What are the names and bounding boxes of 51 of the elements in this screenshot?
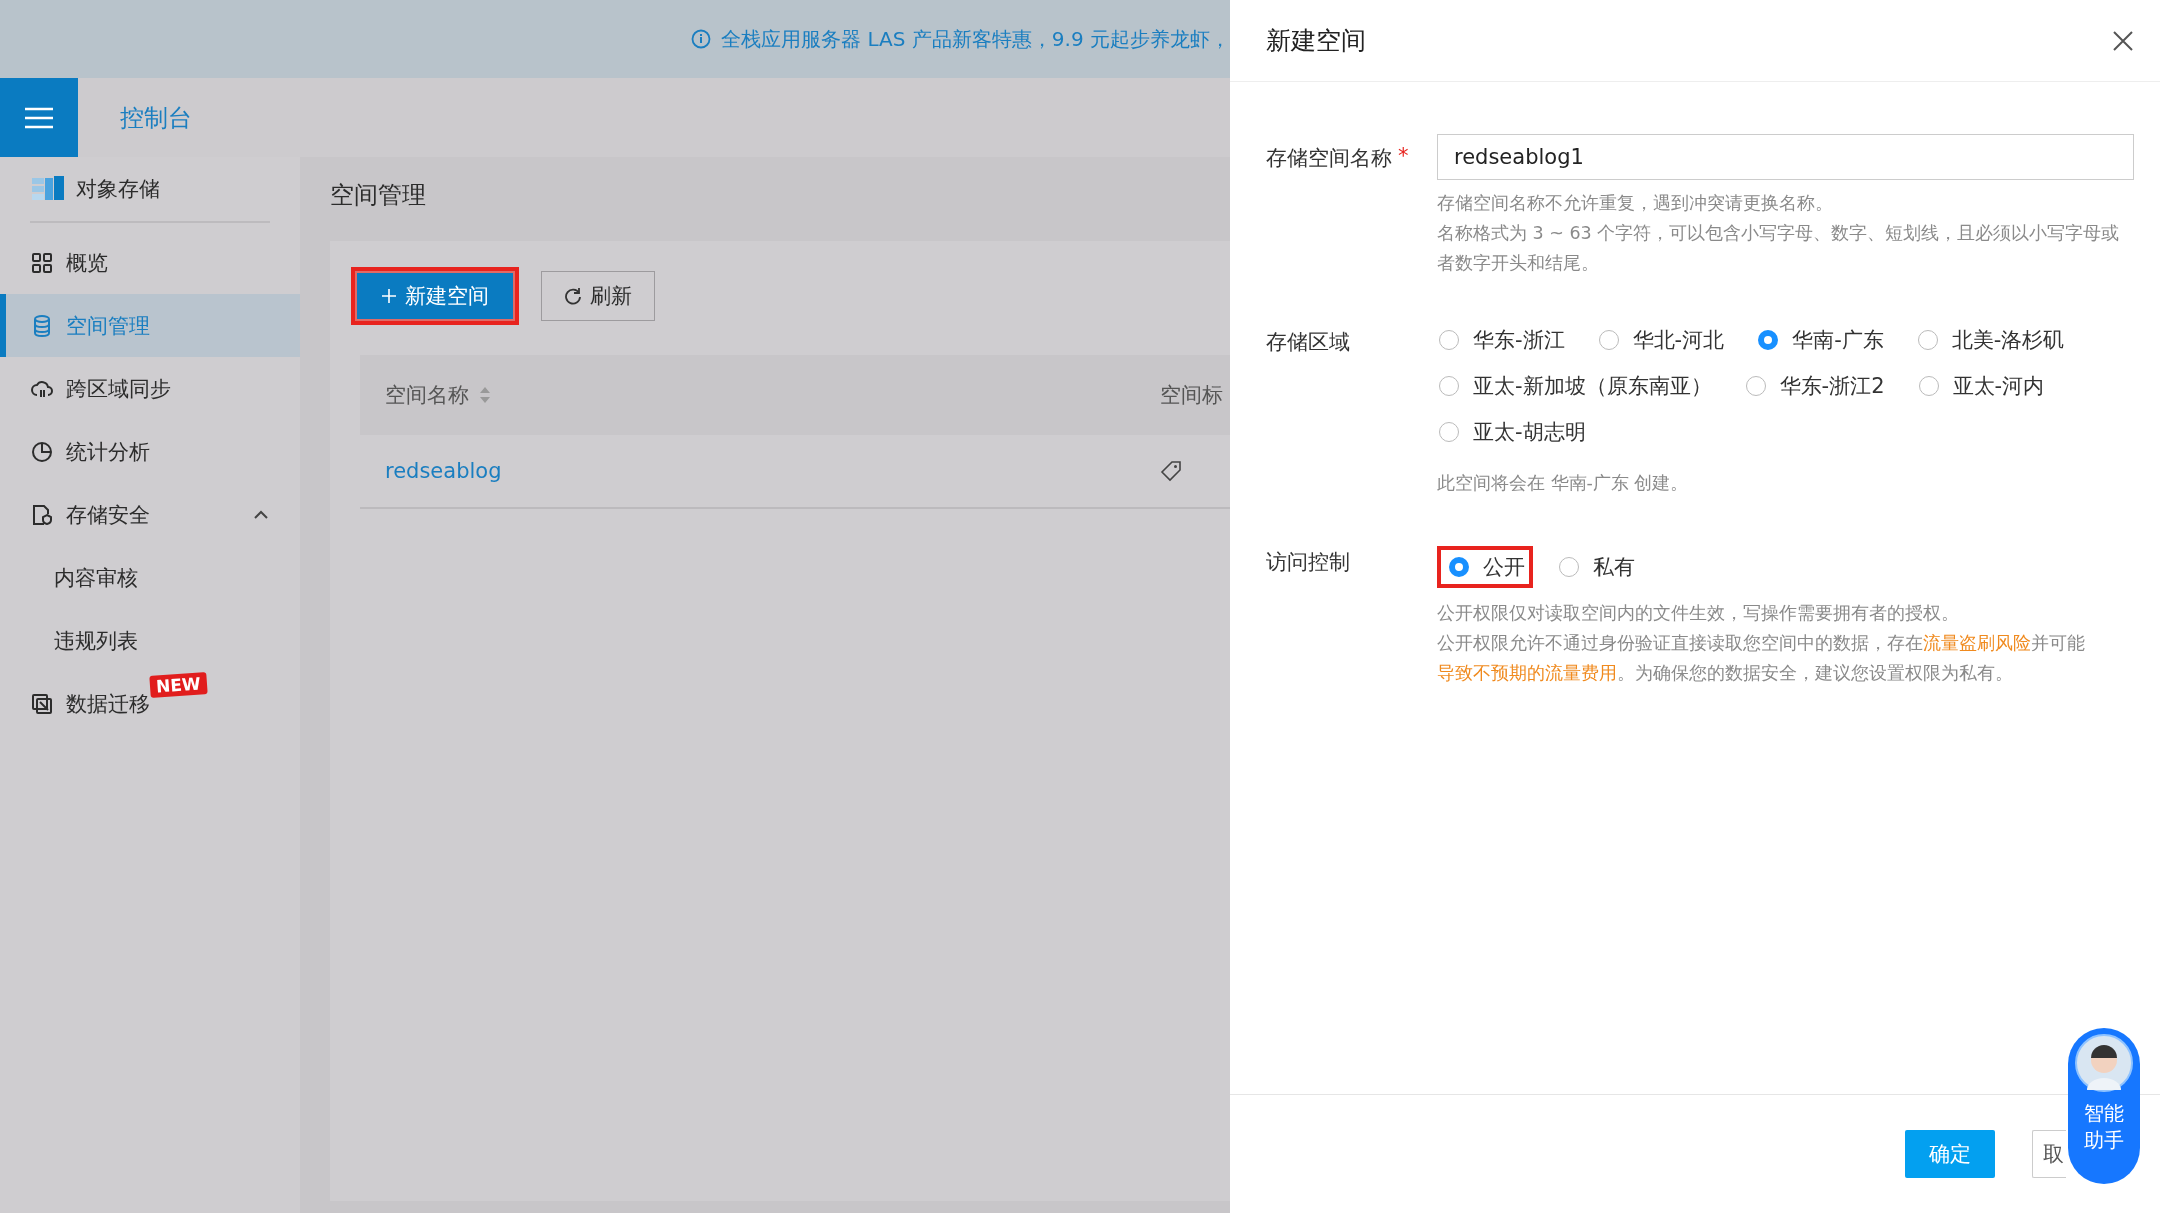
sidebar-item[interactable]: 内容审核	[0, 546, 300, 609]
sidebar-item[interactable]: 存储安全	[0, 483, 300, 546]
page-title: 空间管理	[330, 180, 426, 211]
menu-button[interactable]	[0, 78, 78, 157]
required-mark: *	[1398, 144, 1409, 170]
document-shield-icon	[30, 502, 54, 527]
radio-option[interactable]: 华东-浙江2	[1743, 372, 1887, 400]
sidebar-item[interactable]: 违规列表	[0, 609, 300, 672]
refresh-button[interactable]: 刷新	[541, 271, 655, 321]
assistant-button[interactable]: 智能助手	[2068, 1028, 2140, 1184]
avatar-icon	[2075, 1034, 2133, 1092]
sidebar-item[interactable]: 概览	[0, 231, 300, 294]
radio-option[interactable]: 华东-浙江	[1437, 326, 1567, 354]
radio-option[interactable]: 私有	[1557, 546, 1637, 588]
drawer-title: 新建空间	[1266, 25, 1366, 57]
input-field[interactable]: redseablog1	[1437, 134, 2134, 180]
assistant-label: 智能助手	[2083, 1100, 2125, 1154]
field-label: 访问控制	[1266, 549, 1350, 576]
close-icon[interactable]	[2112, 29, 2134, 52]
new-space-button[interactable]: 新建空间	[351, 267, 519, 325]
radio-option[interactable]: 公开	[1437, 546, 1533, 588]
grid-icon	[30, 250, 54, 275]
sidebar-item[interactable]: 跨区域同步	[0, 357, 300, 420]
radio-option[interactable]: 北美-洛杉矶	[1915, 326, 2067, 354]
radio-option[interactable]: 华北-河北	[1596, 326, 1727, 354]
column-header: 空间标	[1160, 382, 1223, 409]
pie-chart-icon	[30, 439, 54, 464]
help-text: 公开权限仅对读取空间内的文件生效，写操作需要拥有者的授权。	[1437, 602, 1960, 625]
plus-icon	[381, 288, 397, 304]
tag-icon[interactable]	[1160, 460, 1182, 482]
copy-icon	[30, 691, 54, 716]
radio-option[interactable]: 亚太-新加坡（原东南亚）	[1437, 372, 1714, 400]
sidebar-item[interactable]: 数据迁移 NEW	[0, 672, 300, 735]
column-header[interactable]: 空间名称	[385, 381, 469, 409]
info-icon	[691, 29, 712, 49]
product-title: 对象存储	[76, 176, 160, 203]
radio-option[interactable]: 亚太-胡志明	[1437, 418, 1588, 446]
new-badge: NEW	[149, 672, 208, 698]
cancel-button[interactable]: 取	[2032, 1130, 2066, 1178]
radio-option[interactable]: 华南-广东	[1756, 326, 1886, 354]
server-icon	[32, 176, 64, 202]
refresh-icon	[564, 287, 582, 305]
help-text: 存储空间名称不允许重复，遇到冲突请更换名称。	[1437, 192, 1834, 215]
help-text: 名称格式为 3 ~ 63 个字符，可以包含小写字母、数字、短划线，且必须以小写字母或者数字开头和结尾。	[1437, 222, 2121, 275]
menu-icon	[23, 105, 55, 130]
radio-option[interactable]: 亚太-河内	[1916, 372, 2047, 400]
sidebar-item[interactable]: 统计分析	[0, 420, 300, 483]
help-text: 此空间将会在 华南-广东 创建。	[1437, 472, 1690, 495]
field-label: 存储空间名称	[1266, 145, 1392, 172]
warning-text: 公开权限允许不通过身份验证直接读取您空间中的数据，存在流量盗刷风险并可能 导致不预期的流量费用。为确保您的数据安全，建议您设置权限为私有。	[1437, 632, 2086, 685]
field-label: 存储区域	[1266, 329, 1350, 356]
